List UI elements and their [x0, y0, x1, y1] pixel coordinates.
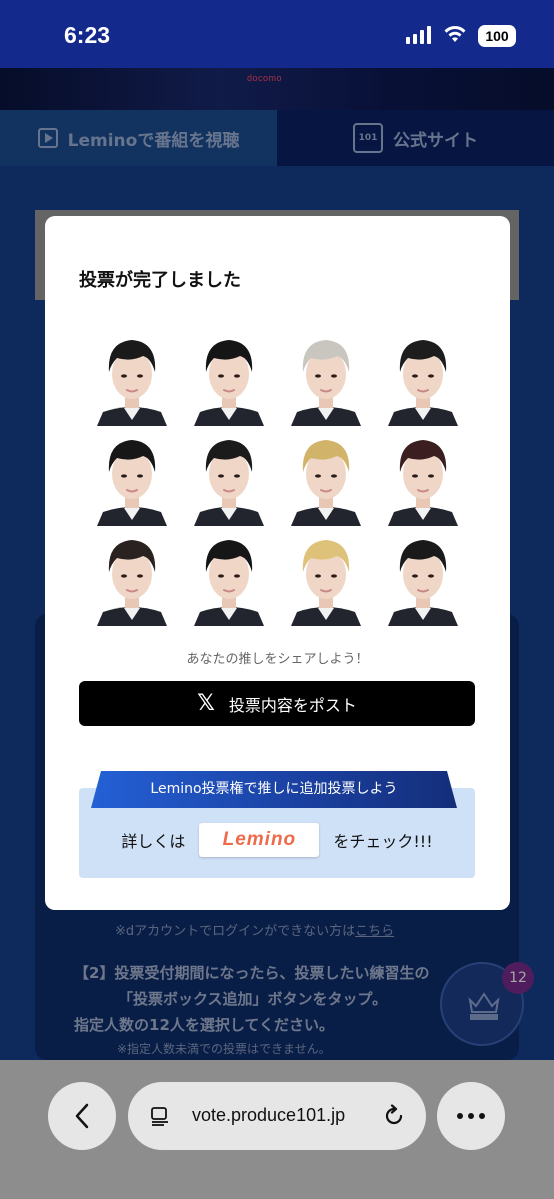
trainee-photo — [83, 426, 180, 526]
chevron-left-icon — [75, 1103, 89, 1129]
promo-row: 詳しくは Lemino をチェック!!! — [79, 822, 475, 858]
trainee-photo — [374, 426, 471, 526]
trainee-photo — [180, 526, 277, 626]
trainee-photo — [277, 426, 374, 526]
signal-icon — [406, 26, 431, 44]
reload-icon[interactable] — [382, 1104, 406, 1128]
modal-title: 投票が完了しました — [79, 270, 241, 291]
promo-prefix: 詳しくは — [121, 832, 186, 851]
ellipsis-icon — [457, 1113, 485, 1119]
address-bar[interactable]: vote.produce101.jp — [128, 1082, 426, 1150]
promo-ribbon-text: Lemino投票権で推しに追加投票しよう — [150, 781, 398, 797]
promo-suffix: をチェック!!! — [333, 832, 433, 851]
trainee-photo — [374, 326, 471, 426]
trainee-photo — [180, 326, 277, 426]
wifi-icon — [444, 26, 466, 42]
x-logo-icon: 𝕏 — [197, 691, 215, 716]
trainee-photo — [83, 526, 180, 626]
battery-icon: 100 — [478, 25, 516, 47]
trainee-photo — [83, 326, 180, 426]
status-bar: 6:23 100 — [0, 0, 554, 68]
trainee-photo — [277, 326, 374, 426]
trainee-photo — [374, 526, 471, 626]
post-to-x-button[interactable]: 𝕏 投票内容をポスト — [79, 681, 475, 726]
page-menu-icon — [151, 1107, 168, 1126]
trainee-photo — [277, 526, 374, 626]
share-prompt: あなたの推しをシェアしよう！ — [186, 652, 369, 667]
trainee-photo — [180, 426, 277, 526]
url-text: vote.produce101.jp — [192, 1105, 346, 1125]
trainee-photo-grid — [83, 326, 483, 626]
back-button[interactable] — [48, 1082, 116, 1150]
clock: 6:23 — [64, 22, 111, 48]
more-button[interactable] — [437, 1082, 505, 1150]
vote-complete-modal: 投票が完了しました あなたの推しをシェアしよう！ 𝕏 投票内容をポスト Lemi… — [45, 216, 510, 910]
post-button-label: 投票内容をポスト — [228, 695, 357, 715]
promo-ribbon: Lemino投票権で推しに追加投票しよう — [91, 771, 457, 808]
browser-toolbar: vote.produce101.jp — [0, 1060, 554, 1199]
lemino-logo-button[interactable]: Lemino — [199, 823, 320, 857]
